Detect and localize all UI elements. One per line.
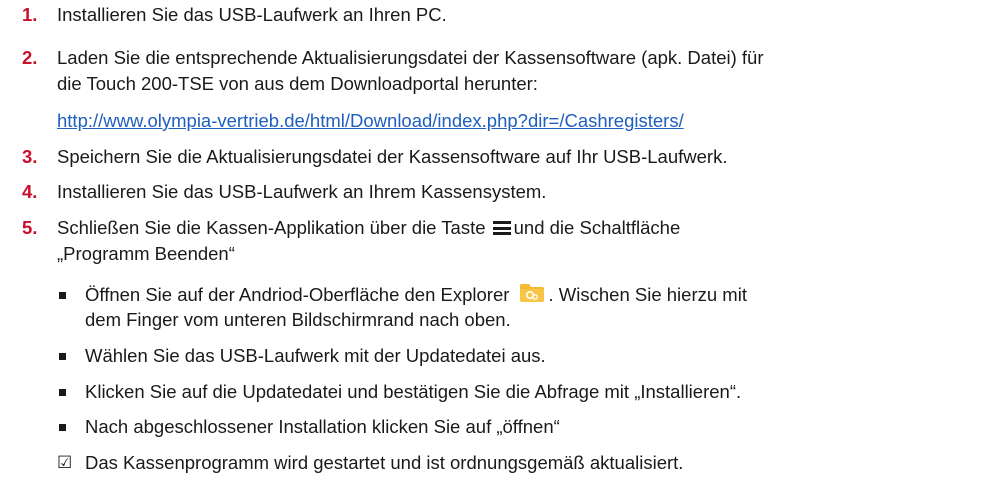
bullet-text-b: . Wischen Sie hierzu mit — [548, 284, 747, 305]
bullet-text: Wählen Sie das USB-Laufwerk mit der Upda… — [85, 345, 546, 366]
bullet-text: Nach abgeschlossener Installation klicke… — [85, 416, 560, 437]
step-number: 1. — [22, 4, 38, 25]
bullet-square — [59, 424, 66, 431]
menu-icon — [492, 221, 511, 235]
bullet-square — [59, 292, 66, 299]
bullet-square — [59, 389, 66, 396]
checkbox-icon: ☑ — [57, 453, 73, 472]
step-number: 4. — [22, 181, 38, 202]
download-portal-link[interactable]: http://www.olympia-vertrieb.de/html/Down… — [57, 110, 684, 131]
step-text-b: und die Schaltfläche — [513, 217, 681, 238]
step-text-line2: „Programm Beenden“ — [57, 243, 235, 264]
bullet-text: Klicken Sie auf die Updatedatei und best… — [85, 381, 742, 402]
result-text: Das Kassenprogramm wird gestartet und is… — [85, 452, 684, 473]
step-text: Installieren Sie das USB-Laufwerk an Ihr… — [57, 4, 447, 25]
step-text-a: Schließen Sie die Kassen-Applikation übe… — [57, 217, 486, 238]
folder-icon — [519, 283, 545, 303]
step-number: 2. — [22, 47, 38, 68]
step-text-line2: die Touch 200-TSE von aus dem Downloadpo… — [57, 73, 538, 94]
step-number: 3. — [22, 146, 38, 167]
bullet-text-c: dem Finger vom unteren Bildschirmrand na… — [85, 309, 511, 330]
bullet-square — [59, 353, 66, 360]
bullet-text-a: Öffnen Sie auf der Andriod-Oberfläche de… — [85, 284, 510, 305]
step-text-line1: Laden Sie die entsprechende Aktualisieru… — [57, 47, 764, 68]
step-text: Installieren Sie das USB-Laufwerk an Ihr… — [57, 181, 547, 202]
step-text: Speichern Sie die Aktualisierungsdatei d… — [57, 146, 728, 167]
instruction-page: 1. Installieren Sie das USB-Laufwerk an … — [0, 0, 982, 497]
step-number: 5. — [22, 217, 38, 238]
